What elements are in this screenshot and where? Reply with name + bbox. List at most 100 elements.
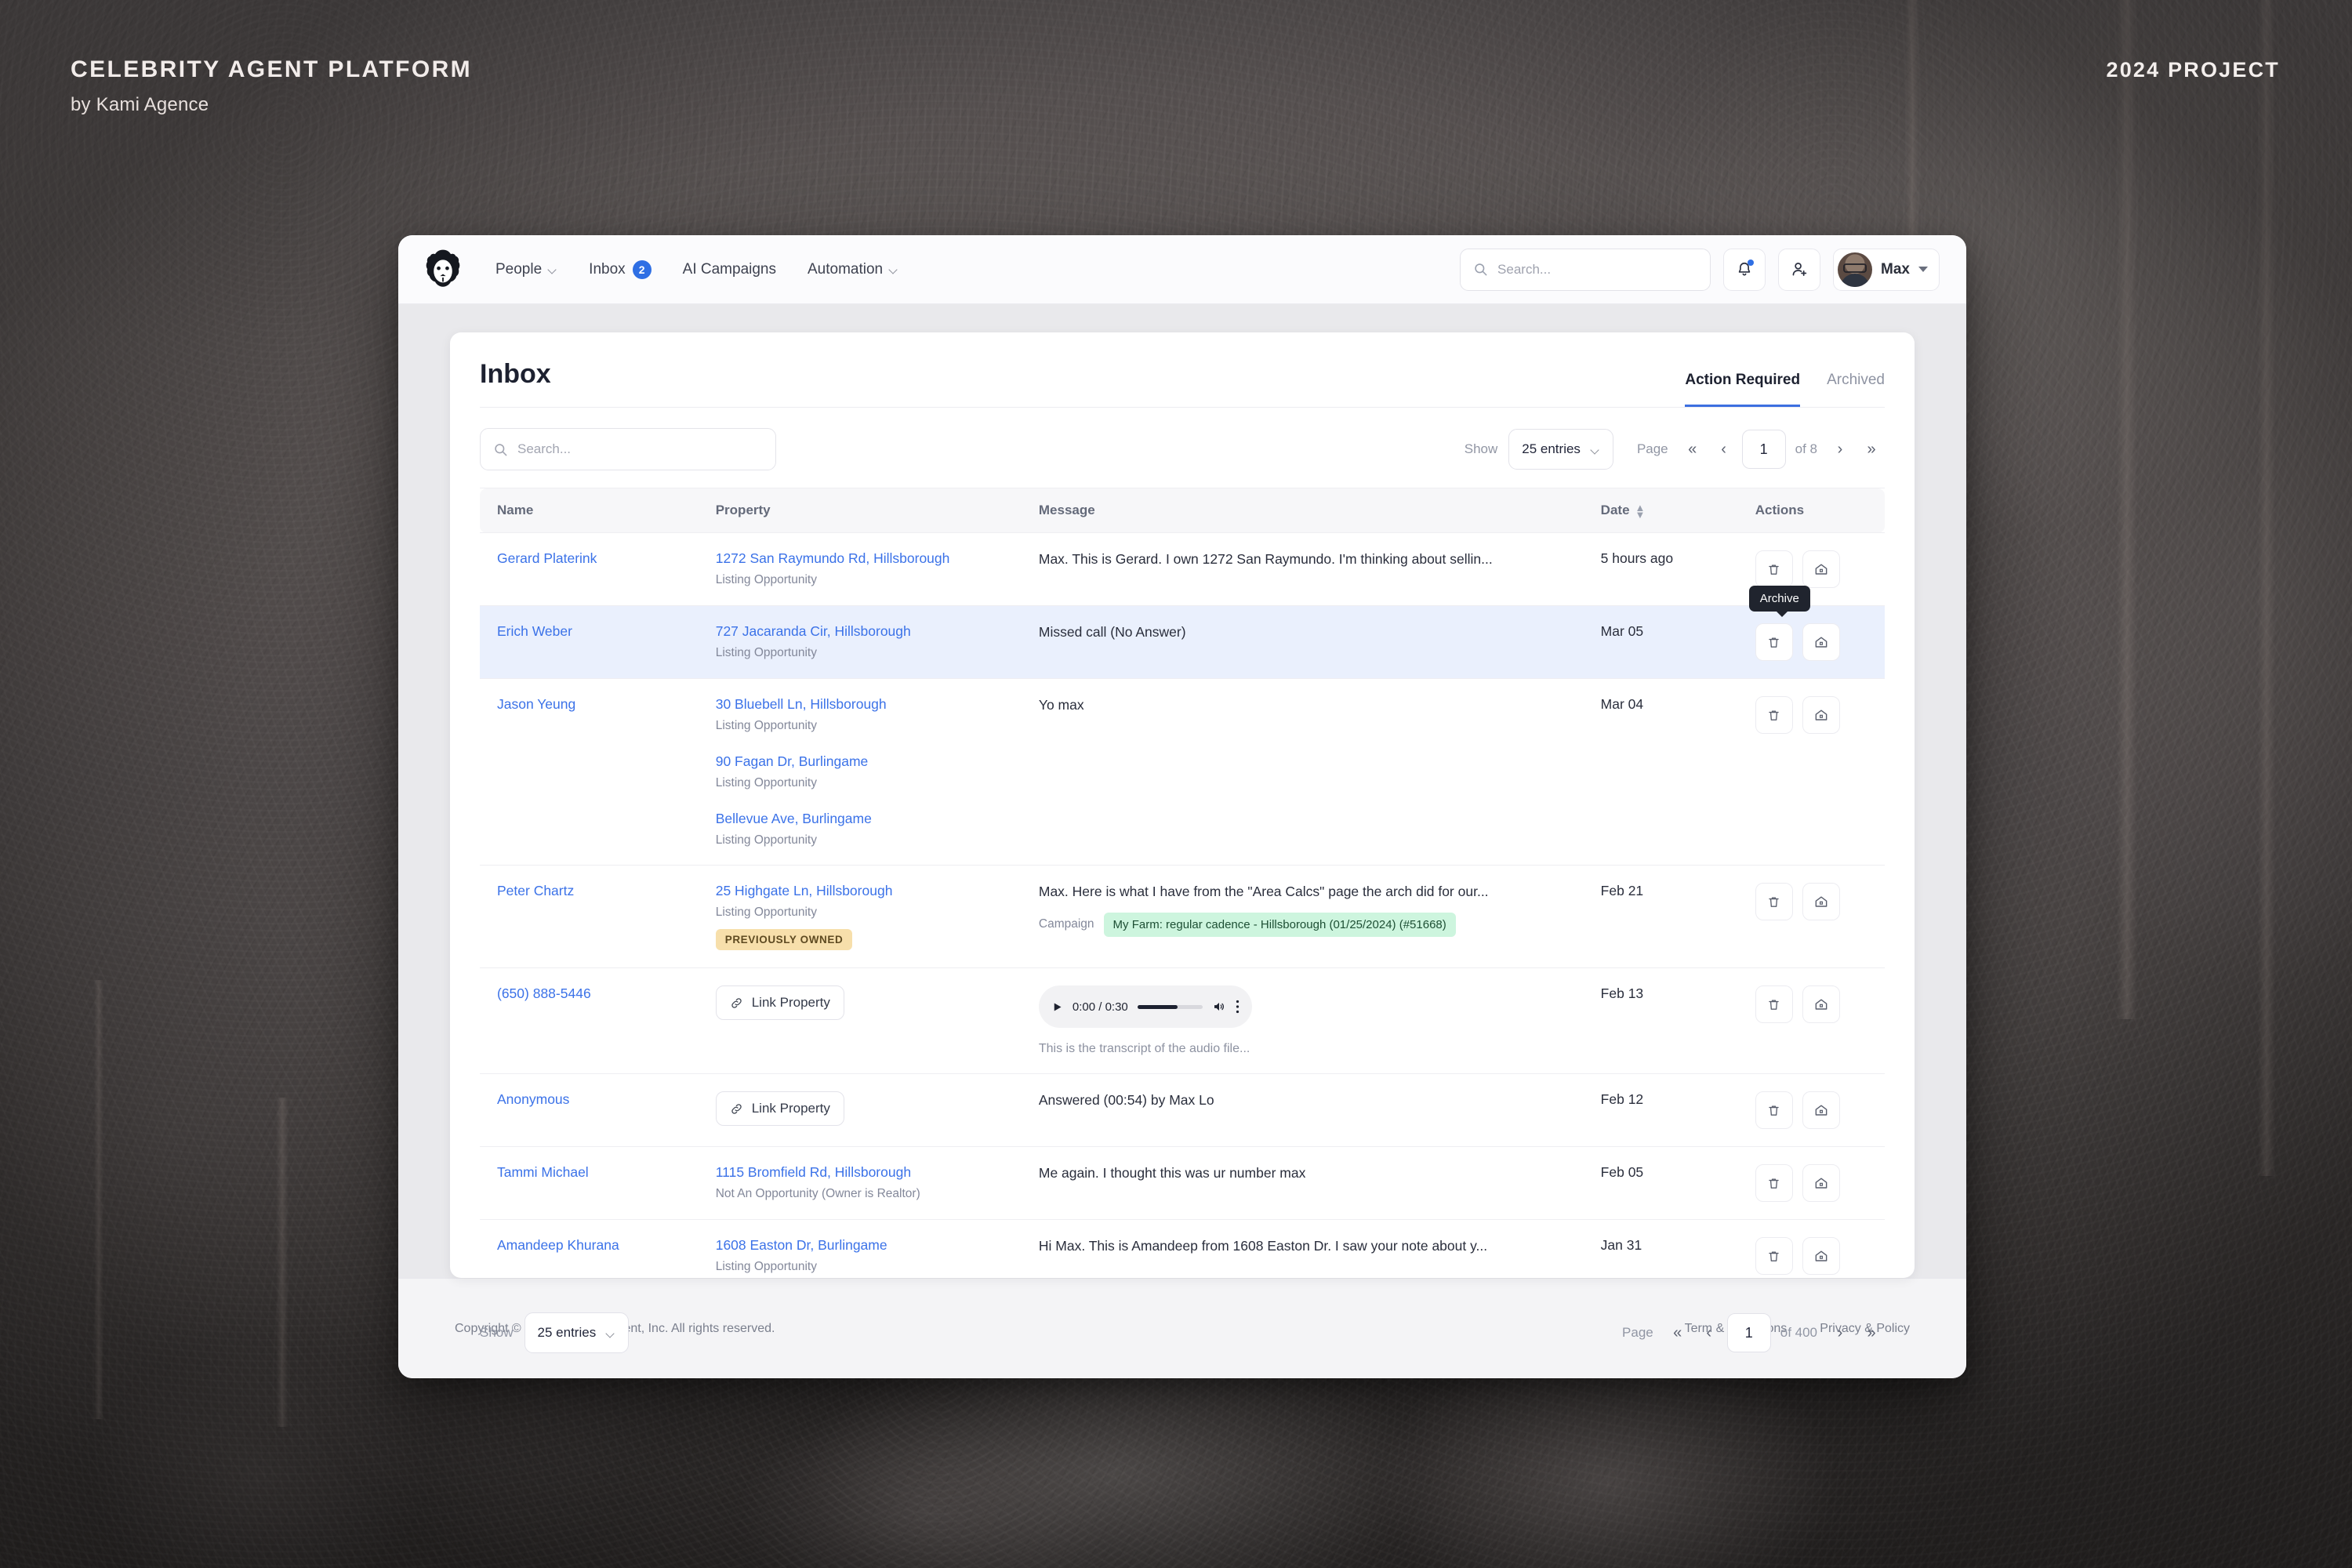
cell-message: Max. Here is what I have from the "Area …: [1027, 865, 1590, 968]
contact-phone-link[interactable]: (650) 888-5446: [497, 985, 591, 1001]
column-header-date[interactable]: Date ▲ ▼: [1589, 488, 1744, 533]
cell-date: Feb 12: [1589, 1073, 1744, 1147]
property-button[interactable]: [1802, 1091, 1840, 1129]
property-address-link[interactable]: 30 Bluebell Ln, Hillsborough: [716, 696, 1017, 713]
trash-icon: [1769, 999, 1779, 1010]
property-button[interactable]: [1802, 985, 1840, 1023]
row-actions: [1755, 696, 1874, 734]
previously-owned-badge: PREVIOUSLY OWNED: [715, 929, 853, 950]
cell-actions: [1744, 678, 1885, 866]
add-user-button[interactable]: [1778, 248, 1821, 291]
table-row[interactable]: Tammi Michael 1115 Bromfield Rd, Hillsbo…: [480, 1146, 1885, 1220]
delete-button[interactable]: [1755, 883, 1793, 920]
message-text: Hi Max. This is Amandeep from 1608 Easto…: [1038, 1238, 1488, 1254]
global-search-input[interactable]: Search...: [1460, 248, 1711, 291]
property-kind-label: Listing Opportunity: [715, 906, 817, 919]
chevron-down-icon: [607, 1330, 615, 1336]
contact-name-link[interactable]: Anonymous: [497, 1091, 569, 1107]
property-address-link[interactable]: 90 Fagan Dr, Burlingame: [716, 753, 1017, 770]
link-property-button[interactable]: Link Property: [715, 1091, 844, 1126]
first-page-button-bottom[interactable]: «: [1664, 1319, 1691, 1346]
table-row[interactable]: Anonymous Link Property Answered (00:54)…: [480, 1073, 1885, 1147]
cell-actions: Archive: [1744, 586, 1885, 679]
audio-player[interactable]: 0:00 / 0:30: [1038, 985, 1252, 1028]
delete-button[interactable]: [1755, 1237, 1793, 1275]
link-property-button[interactable]: Link Property: [715, 985, 844, 1020]
delete-button[interactable]: [1755, 550, 1793, 588]
delete-button[interactable]: [1755, 696, 1793, 734]
play-icon[interactable]: [1051, 1001, 1063, 1013]
last-page-button-bottom[interactable]: »: [1858, 1319, 1885, 1346]
delete-button[interactable]: [1755, 1164, 1793, 1202]
page-number-input-bottom[interactable]: 1: [1726, 1313, 1771, 1352]
page-number-input[interactable]: 1: [1741, 430, 1786, 469]
table-row[interactable]: Erich Weber 727 Jacaranda Cir, Hillsboro…: [480, 586, 1885, 679]
entries-per-page-select[interactable]: 25 entries: [1508, 429, 1613, 470]
property-kind-label: Listing Opportunity: [715, 776, 817, 789]
chevron-down-icon: [549, 267, 557, 272]
nav-item-inbox[interactable]: Inbox 2: [589, 260, 652, 279]
contact-name-link[interactable]: Amandeep Khurana: [497, 1237, 619, 1253]
prev-page-button[interactable]: ‹: [1711, 436, 1737, 463]
volume-icon[interactable]: [1212, 1000, 1226, 1014]
property-button[interactable]: [1802, 550, 1840, 588]
pagination-bottom: « ‹ 1 of 400 › »: [1664, 1313, 1885, 1352]
nav-item-people[interactable]: People: [495, 261, 557, 278]
contact-name-link[interactable]: Peter Chartz: [497, 883, 574, 898]
nav-item-ai-campaigns[interactable]: AI Campaigns: [683, 261, 776, 278]
campaign-badge[interactable]: My Farm: regular cadence - Hillsborough …: [1103, 912, 1456, 937]
contact-name-link[interactable]: Gerard Platerink: [497, 550, 597, 566]
campaign-label: Campaign: [1038, 917, 1094, 931]
property-button[interactable]: [1802, 883, 1840, 920]
audio-progress-slider[interactable]: [1137, 1004, 1203, 1009]
property-address-link[interactable]: 1115 Bromfield Rd, Hillsborough: [716, 1164, 1017, 1181]
inbox-search-input[interactable]: Search...: [480, 428, 776, 470]
property-button[interactable]: [1802, 696, 1840, 734]
table-row[interactable]: Amandeep Khurana 1608 Easton Dr, Burling…: [480, 1220, 1885, 1293]
nav-item-automation[interactable]: Automation: [808, 261, 898, 278]
table-row[interactable]: (650) 888-5446 Link Property 0:00 / 0:30…: [480, 967, 1885, 1074]
next-page-button-bottom[interactable]: ›: [1827, 1319, 1853, 1346]
property-address-link[interactable]: 25 Highgate Ln, Hillsborough: [716, 883, 1017, 899]
contact-name-link[interactable]: Erich Weber: [497, 623, 572, 639]
table-row[interactable]: Gerard Platerink 1272 San Raymundo Rd, H…: [480, 532, 1885, 606]
home-icon: [1815, 1105, 1828, 1116]
nav-item-ai-campaigns-label: AI Campaigns: [682, 260, 776, 278]
table-body: Gerard Platerink 1272 San Raymundo Rd, H…: [480, 532, 1885, 1293]
more-options-icon[interactable]: [1236, 1000, 1240, 1014]
first-page-button[interactable]: «: [1679, 436, 1706, 463]
audio-time-label: 0:00 / 0:30: [1072, 1000, 1128, 1014]
archive-tooltip: Archive: [1748, 586, 1810, 617]
entries-per-page-select-bottom[interactable]: 25 entries: [524, 1312, 630, 1353]
cell-message: 0:00 / 0:30 This is the transcript of th…: [1027, 967, 1590, 1074]
user-menu-button[interactable]: Max: [1833, 248, 1940, 291]
trash-icon: [1769, 637, 1779, 648]
property-address-link[interactable]: 1608 Easton Dr, Burlingame: [716, 1237, 1017, 1254]
search-icon: [1475, 263, 1487, 276]
next-page-button[interactable]: ›: [1827, 436, 1853, 463]
tab-archived[interactable]: Archived: [1827, 372, 1885, 407]
table-row[interactable]: Peter Chartz 25 Highgate Ln, Hillsboroug…: [480, 865, 1885, 968]
table-row[interactable]: Jason Yeung 30 Bluebell Ln, Hillsborough…: [480, 678, 1885, 866]
notifications-button[interactable]: [1723, 248, 1766, 291]
lion-logo-icon[interactable]: [420, 247, 466, 292]
contact-name-link[interactable]: Jason Yeung: [497, 696, 575, 712]
cell-property: 1115 Bromfield Rd, Hillsborough Not An O…: [704, 1146, 1028, 1220]
last-page-button[interactable]: »: [1858, 436, 1885, 463]
property-address-link[interactable]: Bellevue Ave, Burlingame: [716, 811, 1017, 827]
cell-name: Erich Weber: [480, 605, 705, 679]
delete-button[interactable]: [1755, 985, 1793, 1023]
property-button[interactable]: [1802, 1237, 1840, 1275]
delete-button[interactable]: [1755, 1091, 1793, 1129]
property-button[interactable]: [1802, 1164, 1840, 1202]
message-text: Max. Here is what I have from the "Area …: [1038, 884, 1489, 899]
row-actions: [1755, 985, 1874, 1023]
prev-page-button-bottom[interactable]: ‹: [1696, 1319, 1722, 1346]
property-address-link[interactable]: 1272 San Raymundo Rd, Hillsborough: [716, 550, 1017, 567]
property-address-link[interactable]: 727 Jacaranda Cir, Hillsborough: [716, 623, 1017, 640]
cell-message: Yo max: [1027, 678, 1590, 866]
tab-action-required[interactable]: Action Required: [1685, 372, 1801, 407]
contact-name-link[interactable]: Tammi Michael: [497, 1164, 589, 1180]
delete-button[interactable]: [1755, 623, 1793, 661]
property-button[interactable]: [1802, 623, 1840, 661]
